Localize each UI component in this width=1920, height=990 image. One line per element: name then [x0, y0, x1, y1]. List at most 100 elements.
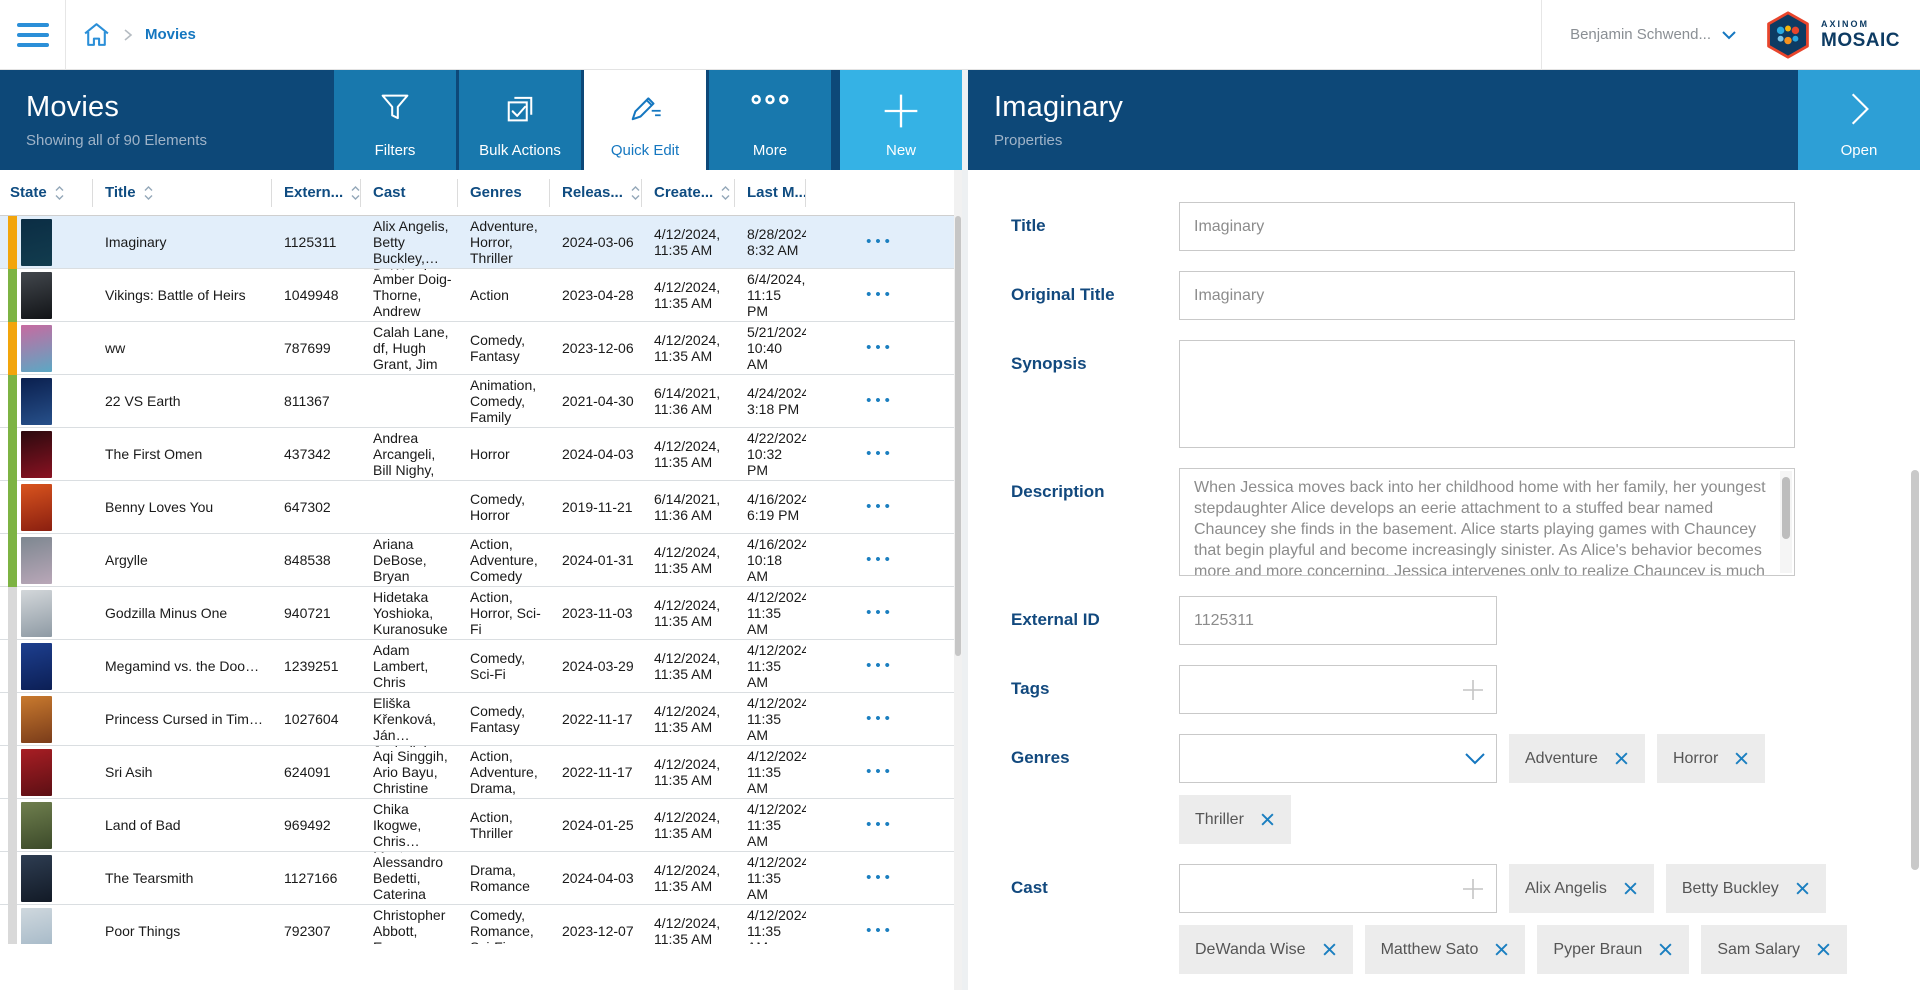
cell-state: [0, 640, 93, 693]
row-actions-button[interactable]: •••: [818, 605, 956, 621]
cell-external_id: 787699: [272, 336, 361, 360]
bulk-actions-button[interactable]: Bulk Actions: [459, 70, 581, 170]
cell-external_id: 647302: [272, 495, 361, 519]
table-row[interactable]: Poor Things792307Christopher Abbott, Emm…: [0, 905, 962, 944]
cell-title: The Tearsmith: [93, 866, 272, 890]
table-row[interactable]: The First Omen437342Andrea Arcangeli, Bi…: [0, 428, 962, 481]
hamburger-menu-icon[interactable]: [0, 0, 66, 70]
column-header-released[interactable]: Releas...: [550, 179, 642, 207]
cell-created: 4/12/2024, 11:35 AM: [642, 646, 735, 686]
sort-icon[interactable]: [720, 184, 731, 202]
cast-input[interactable]: [1179, 864, 1497, 913]
cell-last_modified: 4/12/2024, 11:35 AM: [735, 691, 806, 747]
properties-scrollbar[interactable]: [1910, 170, 1920, 990]
genres-select[interactable]: [1179, 734, 1497, 783]
table-row[interactable]: Benny Loves You647302Comedy, Horror2019-…: [0, 481, 962, 534]
original-title-input[interactable]: [1179, 271, 1795, 320]
table-row[interactable]: 22 VS Earth811367Animation, Comedy, Fami…: [0, 375, 962, 428]
chip-remove-icon[interactable]: [1734, 751, 1749, 766]
description-scrollbar[interactable]: [1780, 471, 1792, 573]
column-header-created[interactable]: Create...: [642, 179, 735, 207]
chip: Betty Buckley: [1666, 864, 1826, 913]
tags-input[interactable]: [1179, 665, 1497, 714]
row-actions-button[interactable]: •••: [818, 870, 956, 886]
table-row[interactable]: Godzilla Minus One940721Hidetaka Yoshiok…: [0, 587, 962, 640]
sort-icon[interactable]: [54, 184, 65, 202]
column-header-state[interactable]: State: [0, 179, 93, 207]
column-header-genres: Genres: [458, 179, 550, 207]
row-actions-button[interactable]: •••: [818, 764, 956, 780]
row-actions-button[interactable]: •••: [818, 711, 956, 727]
list-scrollbar[interactable]: [954, 170, 962, 990]
cell-created: 4/12/2024, 11:35 AM: [642, 222, 735, 262]
description-scrollbar-thumb[interactable]: [1782, 477, 1790, 539]
title-input[interactable]: [1179, 202, 1795, 251]
row-actions-button[interactable]: •••: [818, 817, 956, 833]
table-row[interactable]: Vikings: Battle of Heirs1049948Amber Doi…: [0, 269, 962, 322]
cell-title: Sri Asih: [93, 760, 272, 784]
chip-remove-icon[interactable]: [1816, 942, 1831, 957]
properties-scrollbar-thumb[interactable]: [1911, 470, 1919, 870]
chip-remove-icon[interactable]: [1260, 812, 1275, 827]
chip-remove-icon[interactable]: [1614, 751, 1629, 766]
synopsis-textarea[interactable]: [1179, 340, 1795, 448]
chevron-down-icon[interactable]: [1464, 752, 1486, 766]
row-actions-button[interactable]: •••: [818, 287, 956, 303]
cell-title: 22 VS Earth: [93, 389, 272, 413]
row-actions-button[interactable]: •••: [818, 499, 956, 515]
row-actions-button[interactable]: •••: [818, 393, 956, 409]
cell-title: ww: [93, 336, 272, 360]
cell-last_modified: 8/28/2024, 8:32 AM: [735, 222, 806, 262]
top-bar: Movies Benjamin Schwend... AXINOM MOSAIC: [0, 0, 1920, 70]
breadcrumb-current[interactable]: Movies: [145, 26, 196, 43]
list-scrollbar-thumb[interactable]: [955, 216, 961, 656]
chip-remove-icon[interactable]: [1322, 942, 1337, 957]
add-icon[interactable]: [1460, 677, 1486, 703]
home-icon[interactable]: [82, 21, 111, 48]
table-row[interactable]: Megamind vs. the Doom ...1239251Adam Lam…: [0, 640, 962, 693]
cell-state: [0, 375, 93, 428]
table-row[interactable]: The Tearsmith1127166Alessandro Bedetti, …: [0, 852, 962, 905]
table-row[interactable]: Princess Cursed in Time: ...1027604Elišk…: [0, 693, 962, 746]
chip-label: Adventure: [1525, 750, 1598, 768]
sort-icon[interactable]: [630, 184, 641, 202]
cell-state: [0, 269, 93, 322]
chip-remove-icon[interactable]: [1658, 942, 1673, 957]
cell-external_id: 437342: [272, 442, 361, 466]
table-row[interactable]: Argylle848538Ariana DeBose, BryanAction,…: [0, 534, 962, 587]
column-header-last_modified[interactable]: Last M...: [735, 179, 806, 207]
row-actions-button[interactable]: •••: [818, 446, 956, 462]
add-icon[interactable]: [1460, 876, 1486, 902]
open-button[interactable]: Open: [1798, 70, 1920, 170]
table-row[interactable]: ww787699Calah Lane, df, Hugh Grant, JimC…: [0, 322, 962, 375]
sort-icon[interactable]: [350, 184, 361, 202]
chip-remove-icon[interactable]: [1623, 881, 1638, 896]
sort-icon[interactable]: [143, 184, 154, 202]
cell-genres: Action: [458, 283, 550, 307]
column-header-title[interactable]: Title: [93, 179, 272, 207]
row-actions-button[interactable]: •••: [818, 234, 956, 250]
chip: Sam Salary: [1701, 925, 1847, 974]
chip: Pyper Braun: [1537, 925, 1689, 974]
table-row[interactable]: Imaginary1125311Alix Angelis, Betty Buck…: [0, 216, 962, 269]
new-button[interactable]: New: [840, 70, 962, 170]
column-header-external_id[interactable]: Extern...: [272, 179, 361, 207]
detail-subtitle: Properties: [994, 132, 1798, 149]
row-actions-button[interactable]: •••: [818, 340, 956, 356]
description-textarea[interactable]: When Jessica moves back into her childho…: [1179, 468, 1795, 576]
row-actions-button[interactable]: •••: [818, 923, 956, 939]
table-row[interactable]: Land of Bad969492Chika Ikogwe, Chris Mas…: [0, 799, 962, 852]
chip-label: Alix Angelis: [1525, 880, 1607, 898]
filters-button[interactable]: Filters: [334, 70, 456, 170]
more-button[interactable]: More: [709, 70, 831, 170]
external-id-input[interactable]: [1179, 596, 1497, 645]
row-actions-button[interactable]: •••: [818, 658, 956, 674]
quick-edit-button[interactable]: Quick Edit: [584, 70, 706, 170]
chip-remove-icon[interactable]: [1795, 881, 1810, 896]
user-menu[interactable]: Benjamin Schwend...: [1570, 26, 1737, 43]
cell-cast: Andrea Arcangeli, Bill Nighy,: [361, 426, 458, 482]
table-row[interactable]: Sri Asih624091Aqi Singgih, Ario Bayu, Ch…: [0, 746, 962, 799]
cell-title: Argylle: [93, 548, 272, 572]
row-actions-button[interactable]: •••: [818, 552, 956, 568]
chip-remove-icon[interactable]: [1494, 942, 1509, 957]
